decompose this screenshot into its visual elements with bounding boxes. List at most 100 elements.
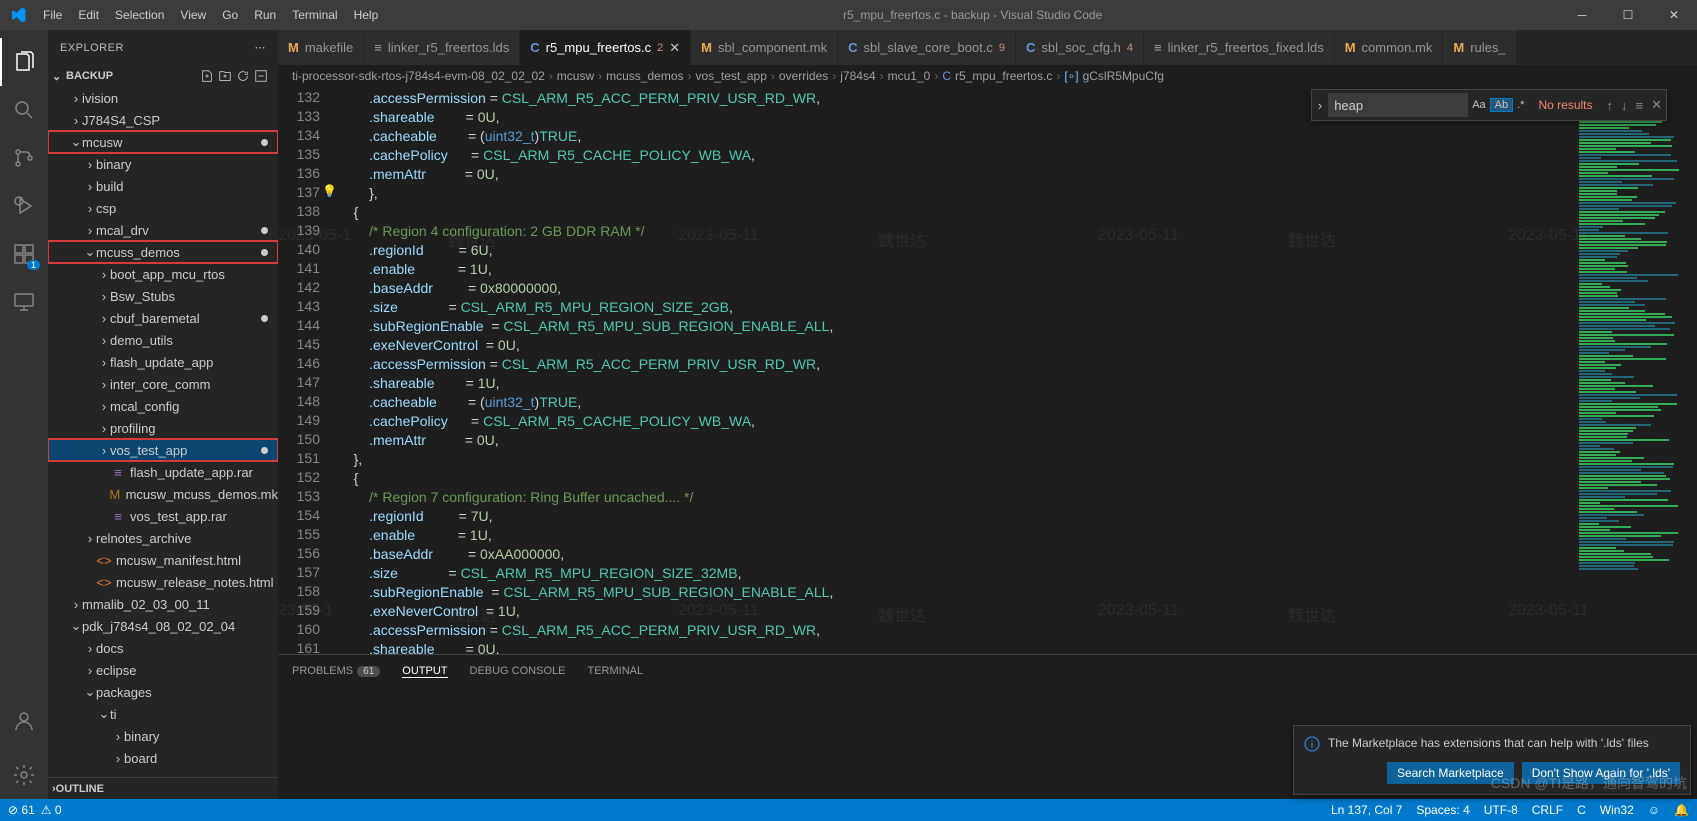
close-button[interactable]: ✕ bbox=[1651, 0, 1697, 30]
status-cursor[interactable]: Ln 137, Col 7 bbox=[1331, 803, 1402, 817]
find-input[interactable] bbox=[1328, 93, 1468, 117]
crumb-segment[interactable]: ti-processor-sdk-rtos-j784s4-evm-08_02_0… bbox=[292, 69, 545, 83]
lightbulb-icon[interactable]: 💡 bbox=[322, 184, 337, 198]
editor-tab[interactable]: Csbl_soc_cfg.h4 bbox=[1016, 30, 1144, 65]
search-marketplace-button[interactable]: Search Marketplace bbox=[1387, 762, 1514, 784]
search-activity-icon[interactable] bbox=[0, 86, 48, 134]
account-activity-icon[interactable] bbox=[0, 697, 48, 745]
feedback-icon[interactable]: ☺ bbox=[1648, 803, 1660, 817]
tree-item[interactable]: ›eclipse bbox=[48, 659, 278, 681]
crumb-symbol[interactable]: gCslR5MpuCfg bbox=[1083, 69, 1164, 83]
editor-tab[interactable]: Msbl_component.mk bbox=[691, 30, 838, 65]
match-word-toggle[interactable]: Ab bbox=[1490, 98, 1513, 112]
status-os[interactable]: Win32 bbox=[1600, 803, 1634, 817]
crumb-segment[interactable]: j784s4 bbox=[840, 69, 875, 83]
notifications-icon[interactable]: 🔔 bbox=[1674, 803, 1689, 817]
workspace-root[interactable]: ⌄ BACKUP bbox=[48, 65, 278, 87]
tree-item[interactable]: ›mcal_config bbox=[48, 395, 278, 417]
tree-item[interactable]: ›docs bbox=[48, 637, 278, 659]
debug-activity-icon[interactable] bbox=[0, 182, 48, 230]
tree-item[interactable]: ›inter_core_comm bbox=[48, 373, 278, 395]
minimap[interactable] bbox=[1577, 87, 1697, 654]
minimize-button[interactable]: ─ bbox=[1559, 0, 1605, 30]
remote-activity-icon[interactable] bbox=[0, 278, 48, 326]
editor-tab[interactable]: ≡linker_r5_freertos.lds bbox=[364, 30, 520, 65]
tree-item[interactable]: ›csp bbox=[48, 197, 278, 219]
menu-selection[interactable]: Selection bbox=[107, 8, 172, 22]
tree-item[interactable]: ›vos_test_app bbox=[48, 439, 278, 461]
menu-run[interactable]: Run bbox=[246, 8, 284, 22]
tree-item[interactable]: ≡vos_test_app.rar bbox=[48, 505, 278, 527]
tree-item[interactable]: ›cbuf_baremetal bbox=[48, 307, 278, 329]
explorer-activity-icon[interactable] bbox=[0, 38, 48, 86]
menu-file[interactable]: File bbox=[35, 8, 70, 22]
next-match-icon[interactable]: ↓ bbox=[1617, 98, 1632, 113]
settings-activity-icon[interactable] bbox=[0, 751, 48, 799]
crumb-segment[interactable]: mcu1_0 bbox=[888, 69, 931, 83]
maximize-button[interactable]: ☐ bbox=[1605, 0, 1651, 30]
crumb-segment[interactable]: mcuss_demos bbox=[606, 69, 683, 83]
match-case-toggle[interactable]: Aa bbox=[1468, 99, 1489, 111]
tree-item[interactable]: ›binary bbox=[48, 725, 278, 747]
editor-tab[interactable]: Mcommon.mk bbox=[1335, 30, 1444, 65]
tree-item[interactable]: ⌄mcusw bbox=[48, 131, 278, 153]
crumb-segment[interactable]: overrides bbox=[779, 69, 828, 83]
status-encoding[interactable]: UTF-8 bbox=[1484, 803, 1518, 817]
editor-tab[interactable]: Mrules_ bbox=[1443, 30, 1516, 65]
crumb-file[interactable]: r5_mpu_freertos.c bbox=[955, 69, 1052, 83]
tree-item[interactable]: ›board bbox=[48, 747, 278, 769]
editor-tab[interactable]: Mmakefile bbox=[278, 30, 364, 65]
new-folder-icon[interactable] bbox=[218, 69, 232, 83]
status-errors[interactable]: ⊘ 61 bbox=[8, 803, 35, 817]
refresh-icon[interactable] bbox=[236, 69, 250, 83]
tree-item[interactable]: ›J784S4_CSP bbox=[48, 109, 278, 131]
tree-item[interactable]: ⌄pdk_j784s4_08_02_02_04 bbox=[48, 615, 278, 637]
tree-item[interactable]: ›mcal_drv bbox=[48, 219, 278, 241]
tree-item[interactable]: ›ivision bbox=[48, 87, 278, 109]
expand-replace-icon[interactable]: › bbox=[1312, 98, 1328, 113]
menu-edit[interactable]: Edit bbox=[70, 8, 107, 22]
menu-go[interactable]: Go bbox=[214, 8, 246, 22]
tree-item[interactable]: ›boot_app_mcu_rtos bbox=[48, 263, 278, 285]
tree-item[interactable]: ≡flash_update_app.rar bbox=[48, 461, 278, 483]
editor-tab[interactable]: Csbl_slave_core_boot.c9 bbox=[838, 30, 1016, 65]
tree-item[interactable]: ⌄ti bbox=[48, 703, 278, 725]
tree-item[interactable]: <>mcusw_release_notes.html bbox=[48, 571, 278, 593]
menu-help[interactable]: Help bbox=[346, 8, 387, 22]
status-warnings[interactable]: ⚠ 0 bbox=[41, 803, 62, 817]
tree-item[interactable]: ›build bbox=[48, 175, 278, 197]
breadcrumb[interactable]: ti-processor-sdk-rtos-j784s4-evm-08_02_0… bbox=[278, 65, 1697, 87]
outline-section[interactable]: › OUTLINE bbox=[48, 777, 278, 799]
extensions-activity-icon[interactable]: 1 bbox=[0, 230, 48, 278]
tree-item[interactable]: <>mcusw_manifest.html bbox=[48, 549, 278, 571]
crumb-segment[interactable]: vos_test_app bbox=[696, 69, 767, 83]
tree-item[interactable]: ›mmalib_02_03_00_11 bbox=[48, 593, 278, 615]
tree-item[interactable]: ›relnotes_archive bbox=[48, 527, 278, 549]
tree-item[interactable]: Mmcusw_mcuss_demos.mk bbox=[48, 483, 278, 505]
crumb-segment[interactable]: mcusw bbox=[557, 69, 594, 83]
tree-item[interactable]: ⌄mcuss_demos bbox=[48, 241, 278, 263]
tree-item[interactable]: ›binary bbox=[48, 153, 278, 175]
panel-tab-debug-console[interactable]: DEBUG CONSOLE bbox=[470, 665, 566, 677]
tab-close-icon[interactable]: ✕ bbox=[669, 40, 680, 56]
status-spaces[interactable]: Spaces: 4 bbox=[1416, 803, 1469, 817]
status-language[interactable]: C bbox=[1577, 803, 1586, 817]
menu-terminal[interactable]: Terminal bbox=[284, 8, 345, 22]
scm-activity-icon[interactable] bbox=[0, 134, 48, 182]
panel-tab-output[interactable]: OUTPUT bbox=[402, 665, 447, 678]
editor-area[interactable]: 1321331341351361371381391401411421431441… bbox=[278, 87, 1697, 654]
close-find-icon[interactable]: ✕ bbox=[1647, 97, 1666, 113]
menu-view[interactable]: View bbox=[172, 8, 214, 22]
dont-show-again-button[interactable]: Don't Show Again for '.lds' bbox=[1522, 762, 1680, 784]
status-eol[interactable]: CRLF bbox=[1532, 803, 1563, 817]
tree-item[interactable]: ›demo_utils bbox=[48, 329, 278, 351]
panel-tab-problems[interactable]: PROBLEMS61 bbox=[292, 665, 380, 677]
find-in-selection-icon[interactable]: ≡ bbox=[1632, 98, 1648, 113]
tree-item[interactable]: ⌄packages bbox=[48, 681, 278, 703]
tree-item[interactable]: ›Bsw_Stubs bbox=[48, 285, 278, 307]
tree-item[interactable]: ›flash_update_app bbox=[48, 351, 278, 373]
editor-tab[interactable]: ≡linker_r5_freertos_fixed.lds bbox=[1144, 30, 1335, 65]
panel-tab-terminal[interactable]: TERMINAL bbox=[587, 665, 643, 677]
collapse-icon[interactable] bbox=[254, 69, 268, 83]
editor-tab[interactable]: Cr5_mpu_freertos.c2✕ bbox=[520, 30, 691, 65]
